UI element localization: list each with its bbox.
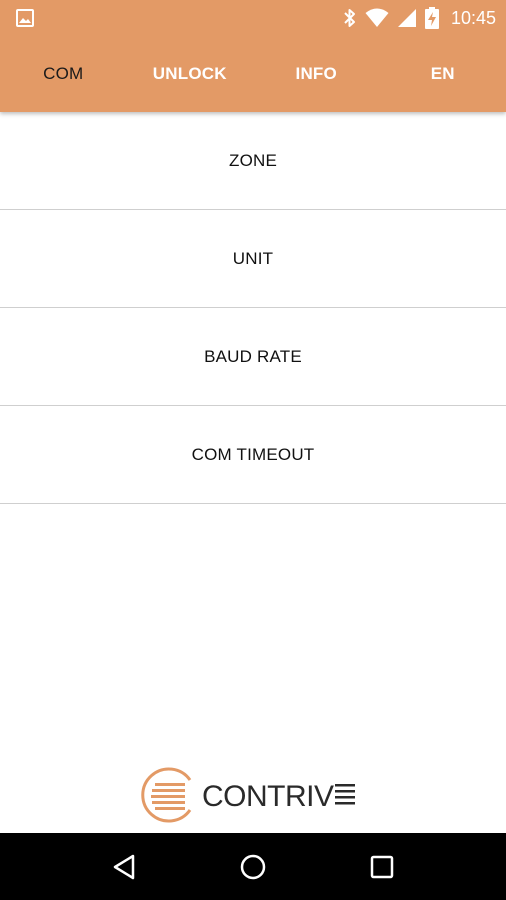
tab-language[interactable]: EN (380, 48, 506, 112)
status-time: 10:45 (450, 7, 496, 28)
back-icon[interactable] (104, 847, 144, 887)
tab-bar: COM UNLOCK INFO EN (0, 48, 506, 112)
app-header: 10:45 COM UNLOCK INFO EN (0, 0, 506, 112)
tab-com[interactable]: COM (0, 48, 127, 112)
home-icon[interactable] (233, 847, 273, 887)
battery-charging-icon (424, 7, 439, 29)
menu-item-unit[interactable]: UNIT (0, 210, 506, 308)
recents-icon[interactable] (362, 847, 402, 887)
menu-item-baud-rate[interactable]: BAUD RATE (0, 308, 506, 406)
logo-circle-icon (140, 766, 198, 829)
logo-text: CONTRIV (202, 780, 334, 813)
status-icons: 10:45 (343, 0, 496, 36)
settings-list: ZONE UNIT BAUD RATE COM TIMEOUT (0, 112, 506, 832)
wifi-icon (365, 8, 389, 28)
logo-e-bars-icon (334, 782, 355, 813)
menu-item-com-timeout[interactable]: COM TIMEOUT (0, 406, 506, 504)
cellular-signal-icon (397, 8, 417, 28)
menu-item-zone[interactable]: ZONE (0, 112, 506, 210)
status-bar: 10:45 (0, 0, 506, 36)
tab-info[interactable]: INFO (253, 48, 380, 112)
app-screen: 10:45 COM UNLOCK INFO EN ZONE UNIT BAUD … (0, 0, 506, 900)
contrive-logo: CONTRIV (140, 767, 355, 827)
tab-unlock[interactable]: UNLOCK (127, 48, 254, 112)
bluetooth-icon (343, 8, 357, 28)
image-icon (16, 9, 34, 27)
system-nav-bar (0, 833, 506, 900)
